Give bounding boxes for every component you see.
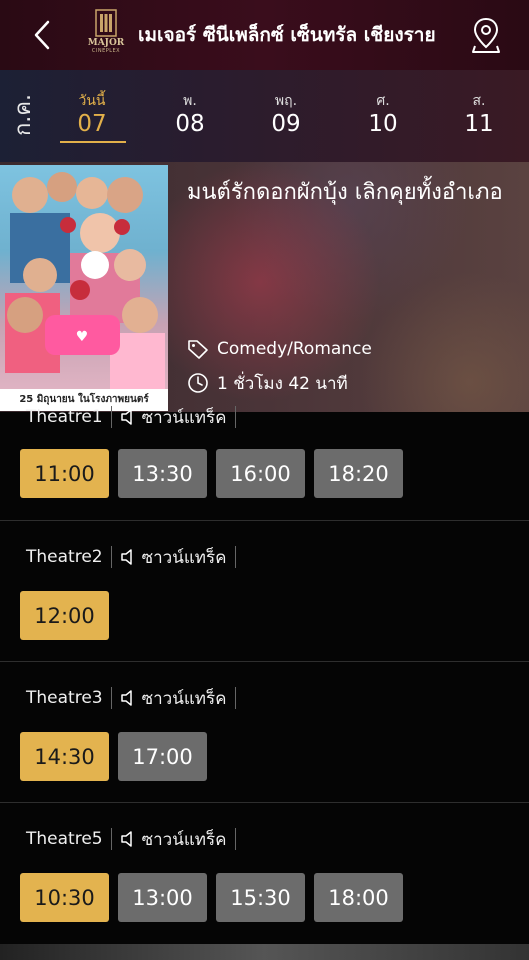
theatre-header: Theatre3 ซาวน์แทร็ค xyxy=(26,683,244,713)
day-number: 08 xyxy=(175,111,205,137)
theatre-name: Theatre2 xyxy=(26,547,103,567)
active-date-indicator xyxy=(60,141,126,143)
theatre-name: Theatre3 xyxy=(26,688,103,708)
showtime-button[interactable]: 17:00 xyxy=(118,732,207,781)
svg-text:♥: ♥ xyxy=(76,329,89,345)
date-tab-08[interactable]: พ. 08 xyxy=(155,92,225,138)
theatre-name: Theatre5 xyxy=(26,829,103,849)
showtimes: 12:00 xyxy=(20,591,118,640)
app-header: MAJOR CINEPLEX เมเจอร์ ซีนีเพล็กซ์ เซ็นท… xyxy=(0,0,529,70)
map-pin-icon xyxy=(472,17,500,53)
showtimes: 11:00 13:30 16:00 18:20 xyxy=(20,449,412,498)
sound-label: ซาวน์แทร็ค xyxy=(141,688,227,709)
duration-row: 1 ชั่วโมง 42 นาที xyxy=(187,370,348,396)
theatre-name: Theatre1 xyxy=(26,407,103,427)
movie-info: ♥ 25 มิถุนายน ในโรงภาพยนตร์ มนต์รักดอกผั… xyxy=(0,162,529,412)
divider xyxy=(110,546,112,568)
showtime-button[interactable]: 18:00 xyxy=(314,873,403,922)
logo-word: MAJOR xyxy=(87,38,125,48)
date-tab-09[interactable]: พฤ. 09 xyxy=(251,92,321,138)
back-button[interactable] xyxy=(28,18,58,52)
showtime-button[interactable]: 16:00 xyxy=(216,449,305,498)
major-cineplex-logo: MAJOR CINEPLEX xyxy=(84,8,128,62)
movie-genre: Comedy/Romance xyxy=(217,339,372,359)
divider xyxy=(110,687,112,709)
showtimes: 14:30 17:00 xyxy=(20,732,216,781)
day-of-week: วันนี้ xyxy=(78,93,106,109)
theatre-section-2: Theatre2 ซาวน์แทร็ค 12:00 xyxy=(0,520,529,662)
movie-duration: 1 ชั่วโมง 42 นาที xyxy=(217,373,348,394)
divider xyxy=(234,406,236,428)
genre-row: Comedy/Romance xyxy=(187,336,372,362)
day-of-week: พ. xyxy=(183,93,197,109)
theatre-section-3: Theatre3 ซาวน์แทร็ค 14:30 17:00 xyxy=(0,661,529,803)
showtime-button[interactable]: 10:30 xyxy=(20,873,109,922)
day-number: 11 xyxy=(464,111,494,137)
date-tab-11[interactable]: ส. 11 xyxy=(444,92,514,138)
clock-icon xyxy=(188,373,208,393)
speaker-icon xyxy=(120,409,132,425)
speaker-icon xyxy=(120,549,132,565)
map-button[interactable] xyxy=(470,16,502,54)
sound-label: ซาวน์แทร็ค xyxy=(141,407,227,428)
next-section-peek xyxy=(0,944,529,960)
showtime-button[interactable]: 18:20 xyxy=(314,449,403,498)
showtimes: 10:30 13:00 15:30 18:00 xyxy=(20,873,412,922)
showtime-button[interactable]: 13:00 xyxy=(118,873,207,922)
divider xyxy=(110,828,112,850)
chevron-left-icon xyxy=(34,20,50,50)
showtime-button[interactable]: 12:00 xyxy=(20,591,109,640)
date-tab-07[interactable]: วันนี้ 07 xyxy=(57,92,127,138)
speaker-icon xyxy=(120,831,132,847)
day-number: 07 xyxy=(77,111,107,137)
tag-icon xyxy=(188,340,208,359)
sound-label: ซาวน์แทร็ค xyxy=(141,829,227,850)
showtime-button[interactable]: 13:30 xyxy=(118,449,207,498)
divider xyxy=(234,687,236,709)
day-of-week: ศ. xyxy=(376,93,390,109)
theatre-section-1: Theatre1 ซาวน์แทร็ค 11:00 13:30 16:00 18… xyxy=(0,406,529,520)
cinema-title: เมเจอร์ ซีนีเพล็กซ์ เซ็นทรัล เชียงราย xyxy=(138,24,436,46)
theatre-section-5: Theatre5 ซาวน์แทร็ค 10:30 13:00 15:30 18… xyxy=(0,802,529,945)
divider xyxy=(110,406,112,428)
day-of-week: พฤ. xyxy=(274,93,298,109)
movie-poster[interactable]: ♥ 25 มิถุนายน ในโรงภาพยนตร์ xyxy=(0,165,168,411)
theatre-header: Theatre2 ซาวน์แทร็ค xyxy=(26,542,244,572)
day-of-week: ส. xyxy=(472,93,486,109)
showtime-button[interactable]: 11:00 xyxy=(20,449,109,498)
divider xyxy=(234,546,236,568)
showtime-button[interactable]: 14:30 xyxy=(20,732,109,781)
month-label: ก.ค. xyxy=(10,93,36,137)
movie-title: มนต์รักดอกผักบุ้ง เลิกคุยทั้งอำเภอ xyxy=(187,180,503,205)
date-tab-10[interactable]: ศ. 10 xyxy=(348,92,418,138)
day-number: 10 xyxy=(368,111,398,137)
day-number: 09 xyxy=(271,111,301,137)
date-selector: ก.ค. วันนี้ 07 พ. 08 พฤ. 09 ศ. 10 ส. 11 xyxy=(0,70,529,162)
showtime-button[interactable]: 15:30 xyxy=(216,873,305,922)
speaker-icon xyxy=(120,690,132,706)
poster-art: ♥ xyxy=(5,172,165,389)
logo-mark-icon xyxy=(95,9,117,37)
sound-label: ซาวน์แทร็ค xyxy=(141,547,227,568)
divider xyxy=(234,828,236,850)
theatre-header: Theatre5 ซาวน์แทร็ค xyxy=(26,824,244,854)
theatre-header: Theatre1 ซาวน์แทร็ค xyxy=(26,402,244,432)
logo-sub: CINEPLEX xyxy=(91,48,121,54)
